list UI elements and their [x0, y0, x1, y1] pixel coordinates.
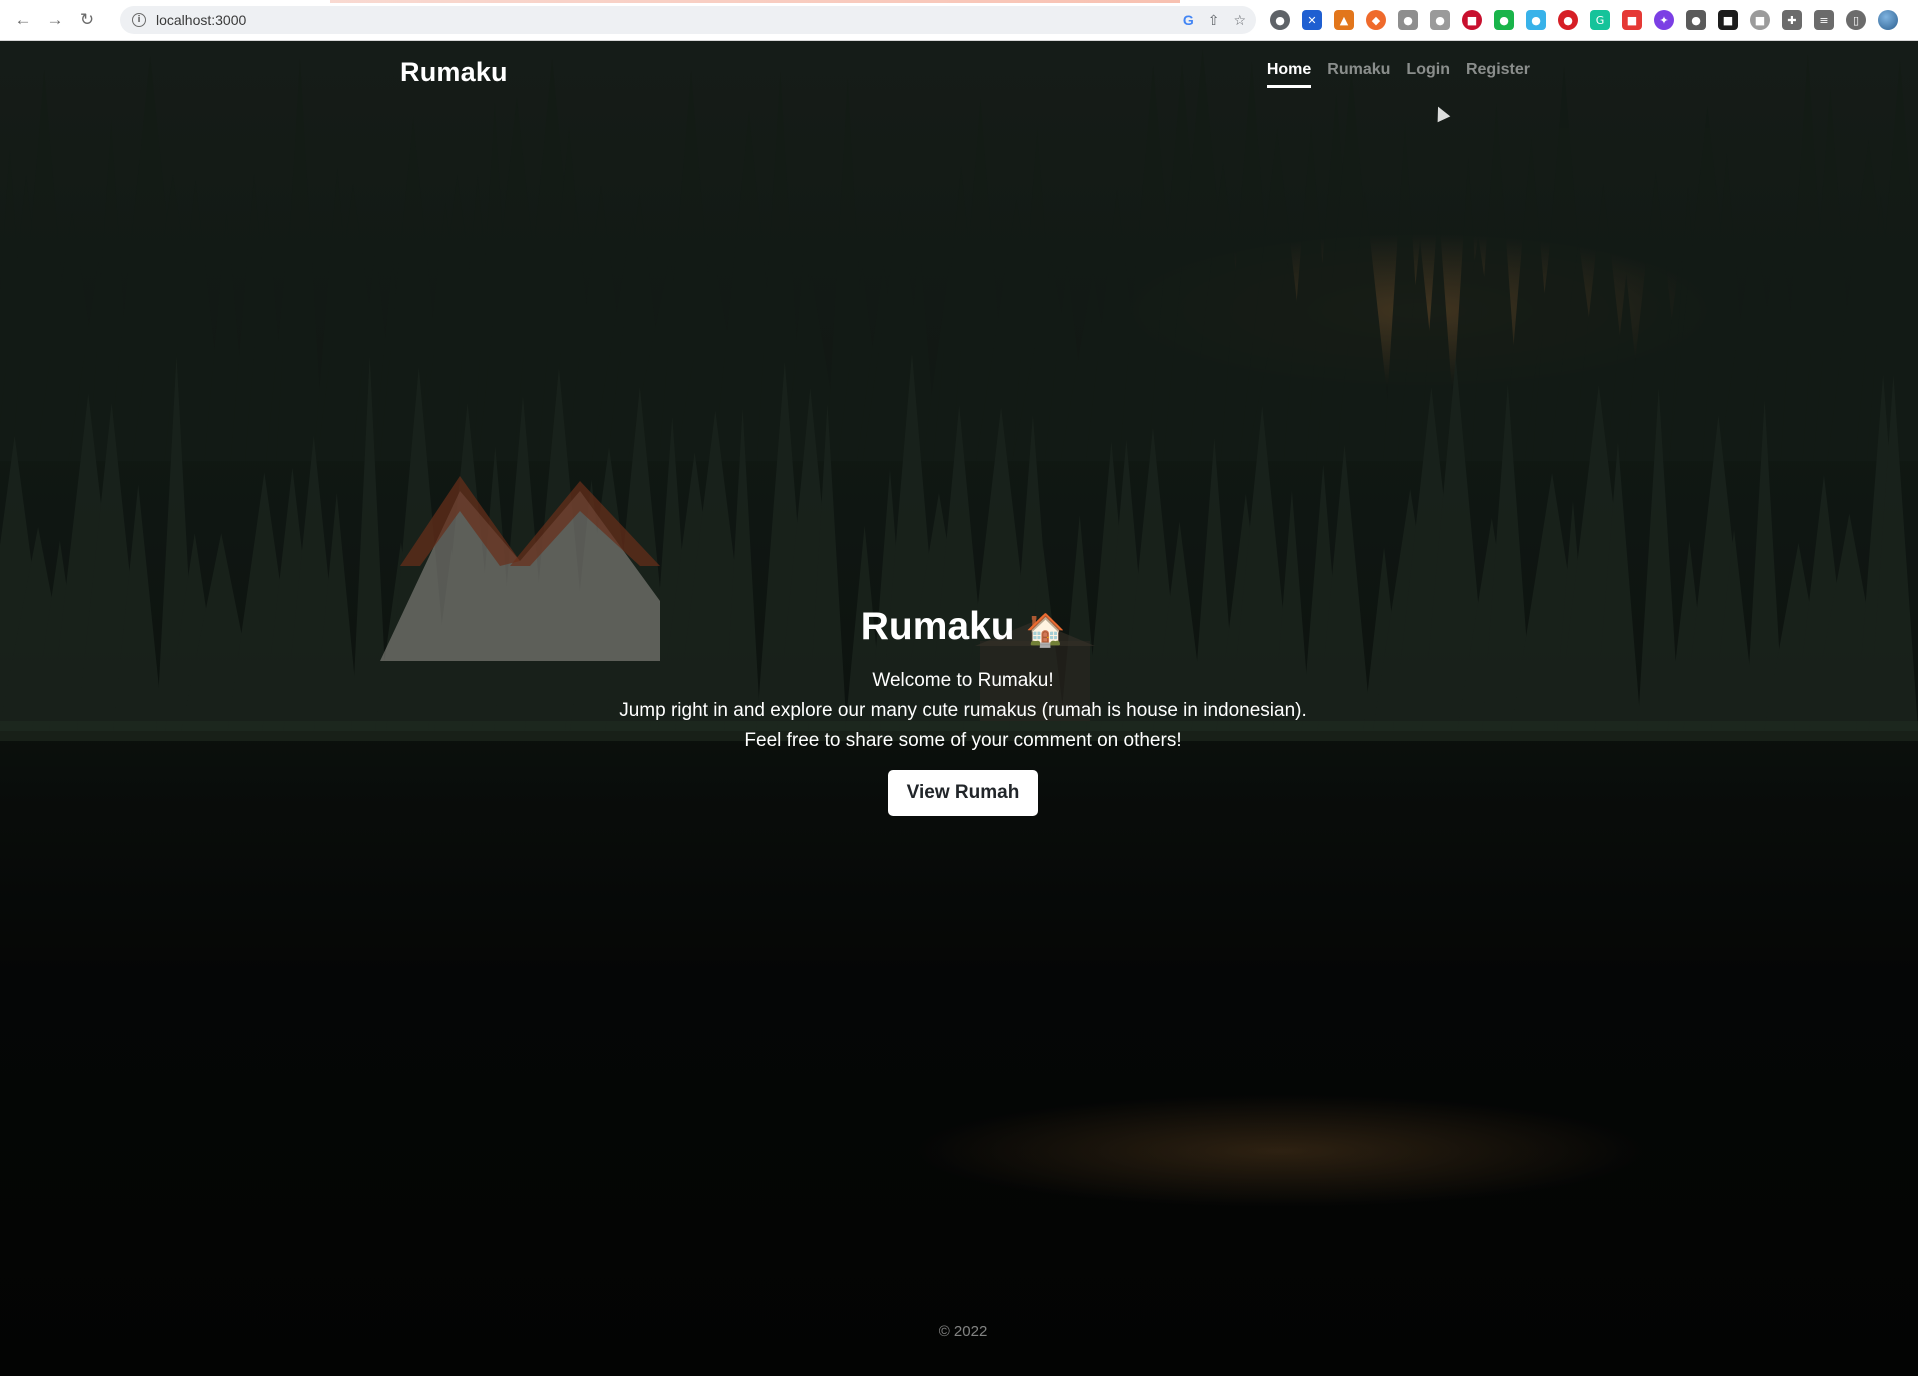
ext-9-icon[interactable]: ●: [1526, 10, 1546, 30]
nav-link-home[interactable]: Home: [1266, 61, 1312, 88]
house-icon: 🏠: [1025, 611, 1066, 649]
google-lens-icon[interactable]: G: [1183, 12, 1194, 28]
footer-copyright: © 2022: [938, 1323, 988, 1340]
ext-15-icon[interactable]: ■: [1718, 10, 1738, 30]
ext-2-icon[interactable]: ✕: [1302, 10, 1322, 30]
address-url[interactable]: localhost:3000: [156, 12, 246, 28]
ext-14-icon[interactable]: ●: [1686, 10, 1706, 30]
address-bar-actions: G ⇧ ☆: [1183, 6, 1246, 34]
forward-arrow-icon[interactable]: →: [40, 5, 70, 35]
site-navbar: Rumaku Home Rumaku Login Register: [400, 41, 1530, 121]
view-rumah-button[interactable]: View Rumah: [888, 770, 1038, 816]
nav-link-rumaku[interactable]: Rumaku: [1327, 61, 1390, 88]
ext-10-icon[interactable]: ●: [1558, 10, 1578, 30]
reading-list-icon[interactable]: ≡: [1814, 10, 1834, 30]
browser-nav-buttons: ← → ↻: [8, 5, 102, 35]
ext-5-icon[interactable]: ●: [1398, 10, 1418, 30]
nav-links: Home Rumaku Login Register: [1266, 61, 1530, 88]
ext-1-icon[interactable]: ●: [1270, 10, 1290, 30]
reload-icon[interactable]: ↻: [72, 5, 102, 35]
hero-welcome-text: Welcome to Rumaku!: [872, 670, 1054, 691]
extensions-toolbar: ● ✕ ▲ ◆ ● ● ■ ● ● ● G ■ ✦ ● ■ ■ ✚ ≡ ▯: [1270, 10, 1898, 30]
ext-4-icon[interactable]: ◆: [1366, 10, 1386, 30]
hero-title: Rumaku 🏠: [0, 601, 1918, 656]
ext-6-icon[interactable]: ●: [1430, 10, 1450, 30]
extensions-puzzle-icon[interactable]: ✚: [1782, 10, 1802, 30]
share-icon[interactable]: ⇧: [1208, 12, 1220, 29]
site-info-icon[interactable]: i: [132, 13, 146, 27]
brand-logo[interactable]: Rumaku: [400, 57, 508, 88]
ext-8-icon[interactable]: ●: [1494, 10, 1514, 30]
profile-avatar[interactable]: [1878, 10, 1898, 30]
page-loading-bar: [330, 0, 1180, 3]
nav-link-register[interactable]: Register: [1466, 61, 1530, 88]
address-bar[interactable]: i localhost:3000 G ⇧ ☆: [120, 6, 1256, 34]
metamask-icon[interactable]: ▲: [1334, 10, 1354, 30]
ext-7-icon[interactable]: ■: [1462, 10, 1482, 30]
hero-title-text: Rumaku: [860, 605, 1015, 648]
nav-link-login[interactable]: Login: [1406, 61, 1450, 88]
browser-toolbar: ← → ↻ i localhost:3000 G ⇧ ☆ ● ✕ ▲ ◆ ● ● ■ ● ● ● G…: [0, 0, 1918, 41]
back-arrow-icon[interactable]: ←: [8, 5, 38, 35]
hero-description-text: Jump right in and explore our many cute …: [619, 700, 1307, 721]
side-panel-icon[interactable]: ▯: [1846, 10, 1866, 30]
ext-12-icon[interactable]: ■: [1622, 10, 1642, 30]
hero-share-text: Feel free to share some of your comment …: [744, 730, 1182, 751]
page-background: Rumaku Home Rumaku Login Register Rumaku…: [0, 41, 1918, 1376]
bookmark-star-icon[interactable]: ☆: [1233, 12, 1246, 29]
hero-section: Rumaku 🏠 Welcome to Rumaku! Jump right i…: [0, 601, 1918, 816]
ext-16-icon[interactable]: ■: [1750, 10, 1770, 30]
grammarly-icon[interactable]: G: [1590, 10, 1610, 30]
ext-13-icon[interactable]: ✦: [1654, 10, 1674, 30]
